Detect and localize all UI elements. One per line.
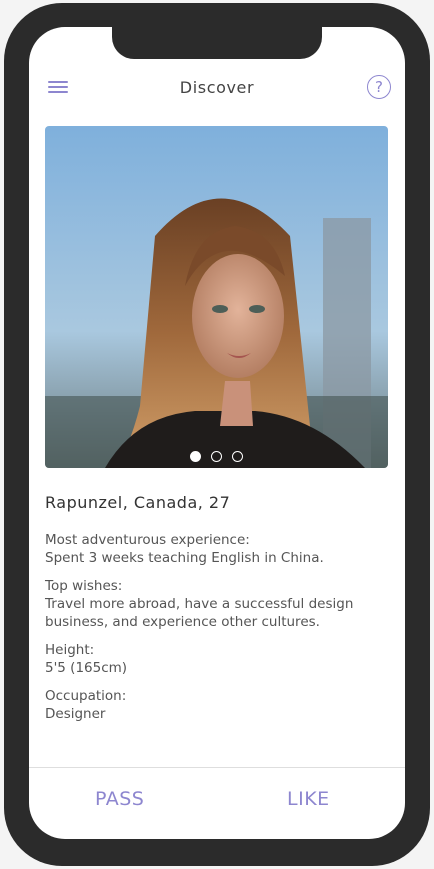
detail-value: Designer (45, 706, 106, 722)
action-divider (29, 767, 405, 768)
detail-label: Most adventurous experience: (45, 532, 250, 548)
pagination-dot-2[interactable] (211, 451, 222, 462)
detail-label: Top wishes: (45, 578, 123, 594)
phone-notch (112, 27, 322, 59)
profile-photo-image (45, 126, 388, 468)
profile-name: Rapunzel, Canada, 27 (45, 493, 231, 512)
app-screen: Discover ? Rapunzel, Canada, 27 Most adv… (29, 27, 405, 839)
like-button[interactable]: LIKE (287, 788, 330, 810)
detail-label: Occupation: (45, 688, 127, 704)
detail-adventure: Most adventurous experience: Spent 3 wee… (45, 531, 385, 567)
profile-photo[interactable] (45, 126, 388, 468)
detail-value: Spent 3 weeks teaching English in China. (45, 550, 324, 566)
detail-value: 5'5 (165cm) (45, 660, 128, 676)
profile-details: Most adventurous experience: Spent 3 wee… (45, 531, 385, 733)
detail-label: Height: (45, 642, 95, 658)
detail-value: Travel more abroad, have a successful de… (45, 596, 354, 630)
question-mark-icon[interactable]: ? (367, 75, 391, 99)
page-title: Discover (179, 78, 255, 97)
pagination-dot-1[interactable] (190, 451, 201, 462)
detail-wishes: Top wishes: Travel more abroad, have a s… (45, 577, 385, 631)
detail-occupation: Occupation: Designer (45, 687, 385, 723)
detail-height: Height: 5'5 (165cm) (45, 641, 385, 677)
photo-pagination (45, 451, 388, 462)
pagination-dot-3[interactable] (232, 451, 243, 462)
pass-button[interactable]: PASS (95, 788, 144, 810)
